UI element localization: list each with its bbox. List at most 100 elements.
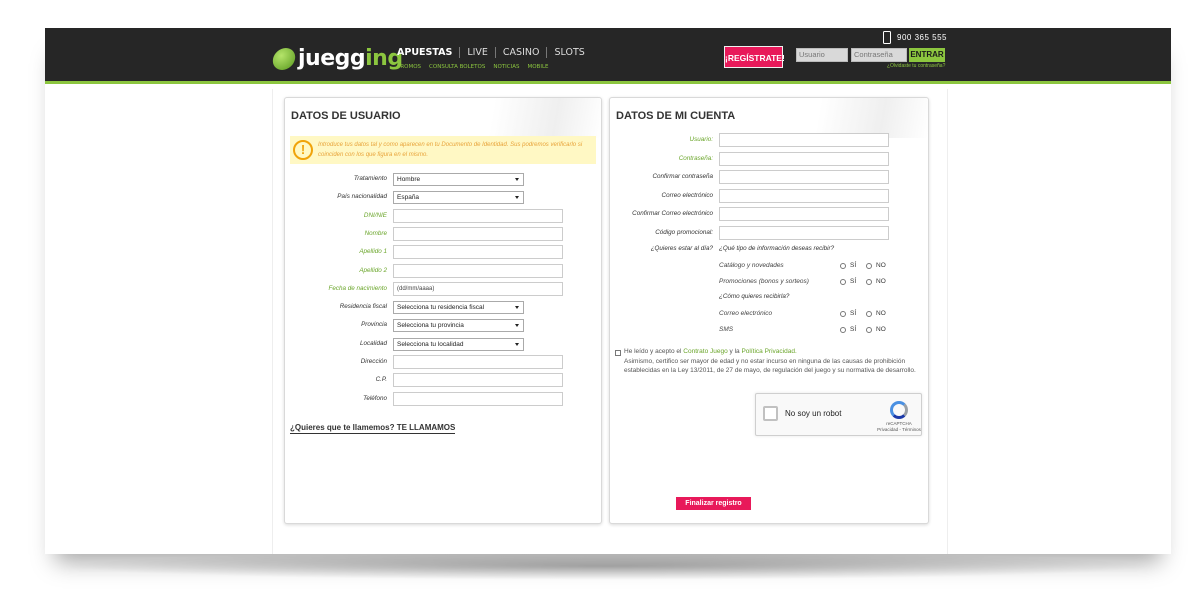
recaptcha-brand: reCAPTCHA Privacidad - Términos [874, 421, 924, 433]
field-label: Usuario: [689, 136, 713, 143]
text-field[interactable] [719, 133, 889, 147]
nav-live[interactable]: LIVE [460, 47, 496, 58]
logo-leaf-icon [271, 47, 297, 70]
field-label: Teléfono [363, 394, 387, 402]
field-label: Apellido 2 [359, 266, 387, 274]
recaptcha-links[interactable]: Privacidad - Términos [874, 427, 924, 433]
contract-link[interactable]: Contrato Juego [683, 348, 727, 355]
recaptcha-logo-icon [890, 401, 908, 419]
text-field[interactable] [719, 225, 889, 240]
chevron-down-icon [515, 306, 519, 310]
radio-no-label: NO [876, 326, 886, 333]
radio-no[interactable] [866, 311, 872, 317]
preference-label: SMS [719, 326, 734, 333]
nav-slots[interactable]: SLOTS [547, 47, 591, 58]
text-field[interactable] [719, 207, 889, 221]
site-header: 900 365 555 juegging APUESTAS LIVE CASIN… [45, 28, 1171, 84]
nav-apuestas[interactable]: APUESTAS [397, 47, 461, 58]
chevron-down-icon [515, 342, 519, 346]
text-field[interactable] [393, 373, 563, 388]
register-button[interactable]: ¡REGÍSTRATE! [724, 46, 785, 68]
login-button[interactable]: ENTRAR [909, 48, 945, 62]
field-label: País nacionalidad [337, 193, 387, 201]
field-label: Tratamiento [353, 175, 387, 182]
select-field[interactable]: España [393, 191, 524, 205]
radio-yes[interactable] [840, 327, 846, 333]
text-field[interactable] [719, 170, 889, 184]
text-field[interactable] [393, 263, 563, 278]
field-label: Apellido 1 [359, 248, 387, 256]
user-panel-title: DATOS DE USUARIO [291, 110, 401, 122]
password-input[interactable]: Contraseña [851, 48, 907, 62]
notice-text: Introduce tus datos tal y como aparecen … [318, 142, 583, 158]
preference-label: Promociones (bonos y sorteos) [719, 278, 809, 285]
radio-no-label: NO [876, 262, 886, 269]
text-field[interactable] [393, 355, 563, 369]
username-input[interactable]: Usuario [796, 48, 848, 62]
chevron-down-icon [515, 324, 519, 328]
select-field[interactable]: Hombre [393, 173, 524, 186]
user-data-panel: DATOS DE USUARIO ! Introduce tus datos t… [284, 97, 602, 524]
radio-yes-label: SÍ [850, 262, 857, 269]
call-me-link[interactable]: ¿Quieres que te llamemos? TE LLAMAMOS [290, 423, 456, 434]
phone-contact: 900 365 555 [883, 31, 947, 44]
subnav-promos[interactable]: PROMOS [397, 64, 421, 70]
privacy-link[interactable]: Política Privacidad. [741, 348, 796, 355]
radio-no-label: NO [876, 310, 886, 317]
radio-yes-label: SÍ [850, 326, 857, 333]
registration-content: DATOS DE USUARIO ! Introduce tus datos t… [272, 89, 948, 554]
warning-icon: ! [293, 140, 313, 160]
select-field[interactable]: Selecciona tu residencia fiscal [393, 301, 524, 315]
preference-label: Correo electrónico [719, 310, 773, 317]
field-label: Fecha de nacimiento [328, 284, 387, 292]
radio-yes-label: SÍ [850, 278, 857, 285]
account-panel-title: DATOS DE MI CUENTA [616, 110, 736, 122]
text-field[interactable] [393, 226, 563, 241]
legal-text: He leído y acepto el Contrato Juego y la… [624, 348, 916, 375]
nav-casino[interactable]: CASINO [496, 47, 548, 58]
forgot-password-link[interactable]: ¿Olvidaste tu contraseña? [887, 63, 945, 69]
text-field[interactable] [393, 391, 563, 406]
text-field[interactable] [719, 188, 889, 203]
site-logo[interactable]: juegging [271, 46, 403, 71]
identity-notice: ! Introduce tus datos tal y como aparece… [290, 136, 596, 164]
select-field[interactable]: Selecciona tu provincia [393, 319, 524, 333]
text-field[interactable]: (dd/mm/aaaa) [393, 281, 563, 296]
chevron-down-icon [515, 178, 519, 181]
text-field[interactable] [719, 151, 889, 166]
subnav-mobile[interactable]: MOBILE [527, 64, 548, 70]
field-label: Confirmar Correo electrónico [632, 210, 713, 217]
recaptcha-label: No soy un robot [785, 409, 842, 418]
logo-wordmark: juegging [298, 46, 403, 71]
finalize-registration-button[interactable]: Finalizar registro [676, 497, 751, 510]
field-label: Confirmar contraseña [652, 173, 713, 180]
subnav-noticias[interactable]: NOTICIAS [493, 64, 519, 70]
select-field[interactable]: Selecciona tu localidad [393, 337, 524, 351]
field-label: DNI/NIE [363, 211, 387, 219]
field-label: Localidad [360, 339, 387, 347]
field-label: Residencia fiscal [339, 303, 387, 311]
legal-body: Asimismo, certifico ser mayor de edad y … [624, 357, 916, 375]
accept-terms-checkbox[interactable] [615, 350, 621, 356]
text-field[interactable] [393, 208, 563, 223]
account-data-panel: DATOS DE MI CUENTA Usuario: Contraseña: Co… [609, 97, 929, 524]
radio-no[interactable] [866, 263, 872, 269]
pref-how-question: ¿Cómo quieres recibirla? [719, 293, 790, 300]
preference-label: Catálogo y novedades [719, 262, 784, 269]
recaptcha-checkbox[interactable] [763, 406, 778, 421]
page-shadow [60, 552, 1156, 580]
recaptcha-widget: No soy un robot reCAPTCHA Privacidad - T… [755, 393, 922, 436]
subnav-consulta-boletos[interactable]: CONSULTA BOLETOS [429, 64, 485, 70]
phone-icon [883, 31, 891, 44]
radio-yes[interactable] [840, 279, 846, 285]
radio-yes[interactable] [840, 311, 846, 317]
radio-no[interactable] [866, 327, 872, 333]
sub-nav: PROMOS CONSULTA BOLETOS NOTICIAS MOBILE [397, 64, 549, 70]
text-field[interactable] [393, 245, 563, 260]
radio-no[interactable] [866, 279, 872, 285]
field-label: Código promocional: [655, 228, 713, 236]
radio-yes[interactable] [840, 263, 846, 269]
pref-info-question: ¿Qué tipo de información deseas recibir? [719, 245, 835, 252]
radio-no-label: NO [876, 278, 886, 285]
field-label: Nombre [364, 229, 387, 237]
